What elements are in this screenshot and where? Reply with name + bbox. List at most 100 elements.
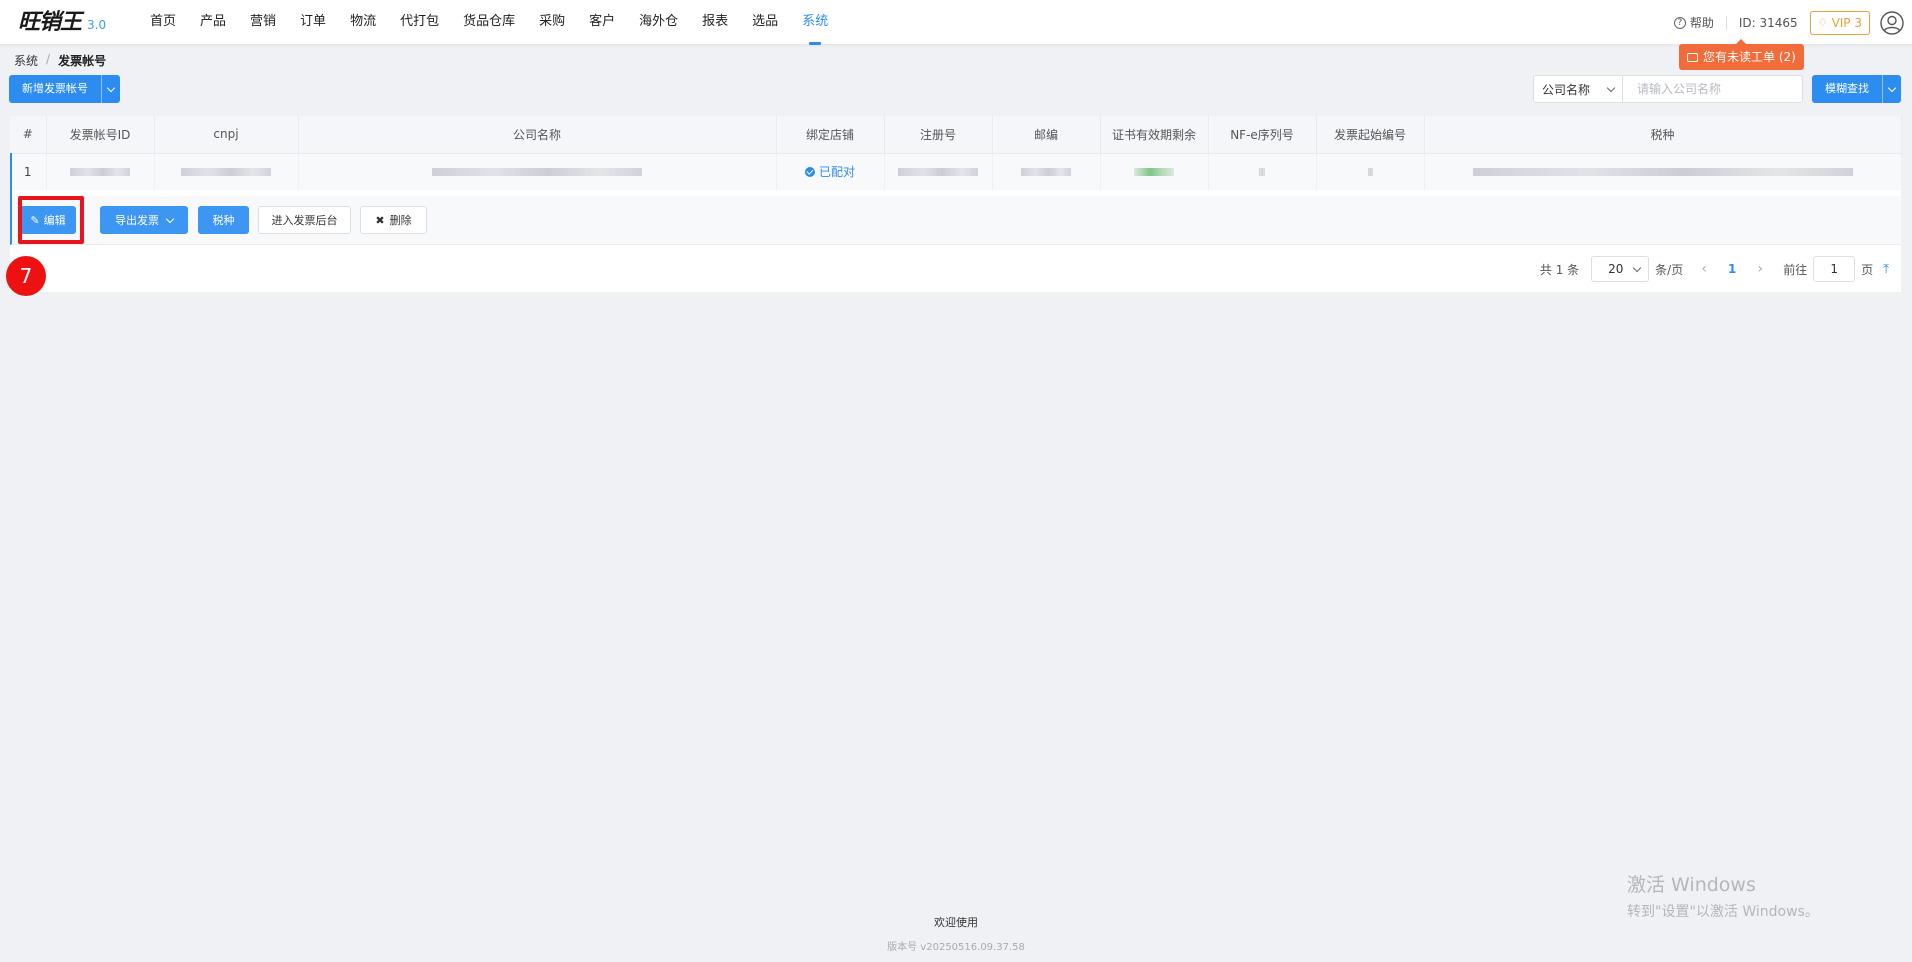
redacted-cell <box>298 153 777 190</box>
main-nav: 首页 产品 营销 订单 物流 代打包 货品仓库 采购 客户 海外仓 报表 选品 … <box>138 0 840 45</box>
footer-welcome: 欢迎使用 <box>934 916 978 929</box>
page-suffix: 页 <box>1861 262 1874 277</box>
nav-selection[interactable]: 选品 <box>740 0 790 45</box>
export-invoice-button[interactable]: 导出发票 <box>100 206 188 234</box>
vip-label: VIP 3 <box>1831 15 1862 30</box>
user-id: ID: 31465 <box>1738 15 1798 30</box>
nav-home[interactable]: 首页 <box>138 0 188 45</box>
search-field-select[interactable]: 公司名称 <box>1533 75 1622 103</box>
breadcrumb: 系统 / 发票帐号 <box>14 52 106 69</box>
redacted-text <box>432 168 642 177</box>
chevron-down-icon <box>1606 83 1616 92</box>
invoice-account-table: # 发票帐号ID cnpj 公司名称 绑定店铺 注册号 邮编 证书有效期剩余 N… <box>10 116 1902 190</box>
message-icon <box>1687 52 1698 62</box>
page-size-select[interactable]: 20 <box>1591 256 1650 282</box>
fuzzy-search-split-button: 模糊查找 <box>1812 75 1901 103</box>
question-icon: ? <box>1673 16 1686 29</box>
chevron-down-icon <box>1887 83 1897 92</box>
nav-system[interactable]: 系统 <box>790 0 840 45</box>
redacted-text <box>1259 168 1265 177</box>
nav-warehouse[interactable]: 货品仓库 <box>451 0 527 45</box>
fuzzy-search-button[interactable]: 模糊查找 <box>1812 75 1883 103</box>
nav-overseas-warehouse[interactable]: 海外仓 <box>627 0 690 45</box>
header-right: ? 帮助 ID: 31465 ♢ VIP 3 <box>1673 0 1912 45</box>
nav-purchase[interactable]: 采购 <box>527 0 577 45</box>
ticket-notice-text: 您有未读工单 (2) <box>1703 50 1796 64</box>
app-logo[interactable]: 旺销王 3.0 <box>18 9 106 35</box>
delete-label: 删除 <box>389 214 412 227</box>
enter-invoice-backend-button[interactable]: 进入发票后台 <box>258 206 351 234</box>
next-page-icon[interactable]: › <box>1747 261 1773 277</box>
back-to-top-icon[interactable]: ⤒ <box>1883 262 1889 277</box>
table-row[interactable]: 1 已配对 <box>10 153 1902 190</box>
redacted-text <box>1134 168 1174 177</box>
add-invoice-account-split-button: 新增发票帐号 <box>9 75 120 103</box>
nav-marketing[interactable]: 营销 <box>238 0 288 45</box>
row-selected-marker <box>10 153 12 196</box>
unread-ticket-notice[interactable]: 您有未读工单 (2) <box>1679 39 1804 70</box>
search-field-value: 公司名称 <box>1542 82 1591 97</box>
page-number-current[interactable]: 1 <box>1717 262 1747 276</box>
add-dropdown-toggle[interactable] <box>102 75 120 103</box>
help-label: 帮助 <box>1689 16 1714 30</box>
redacted-cell <box>154 153 299 190</box>
nav-logistics[interactable]: 物流 <box>338 0 388 45</box>
export-invoice-label: 导出发票 <box>115 214 159 227</box>
redacted-cell <box>884 153 993 190</box>
vip-badge[interactable]: ♢ VIP 3 <box>1809 10 1870 35</box>
matched-status: 已配对 <box>804 163 855 180</box>
goto-page-input[interactable] <box>1813 256 1856 282</box>
prev-page-icon[interactable]: ‹ <box>1691 261 1717 277</box>
top-bar: 旺销王 3.0 首页 产品 营销 订单 物流 代打包 货品仓库 采购 客户 海外… <box>0 0 1912 45</box>
total-count: 共 1 条 <box>1539 262 1580 277</box>
nav-reports[interactable]: 报表 <box>690 0 740 45</box>
close-icon: ✖ <box>375 213 385 227</box>
col-cert-remaining: 证书有效期剩余 <box>1100 116 1209 154</box>
invoice-account-table-card: # 发票帐号ID cnpj 公司名称 绑定店铺 注册号 邮编 证书有效期剩余 N… <box>10 116 1902 292</box>
redacted-text <box>1021 168 1071 177</box>
search-bar: 公司名称 <box>1533 75 1803 103</box>
redacted-text <box>181 168 271 177</box>
add-invoice-account-button[interactable]: 新增发票帐号 <box>9 75 102 103</box>
row-actions: ✎ 编辑 导出发票 税种 进入发票后台 ✖ 删除 <box>10 196 1901 245</box>
col-bound-store: 绑定店铺 <box>776 116 885 154</box>
redacted-text <box>1472 168 1853 177</box>
page-size-value: 20 <box>1608 262 1624 276</box>
step-number-badge: 7 <box>6 256 46 296</box>
breadcrumb-current: 发票帐号 <box>58 54 107 68</box>
nav-orders[interactable]: 订单 <box>288 0 338 45</box>
nav-products[interactable]: 产品 <box>188 0 238 45</box>
company-search-input[interactable] <box>1622 75 1803 103</box>
redacted-text <box>1367 168 1373 177</box>
redacted-cell <box>1100 153 1209 190</box>
search-dropdown-toggle[interactable] <box>1883 75 1901 103</box>
col-index: # <box>10 116 47 154</box>
delete-button[interactable]: ✖ 删除 <box>360 206 427 234</box>
nav-packing[interactable]: 代打包 <box>388 0 451 45</box>
divider <box>1725 15 1727 30</box>
pagination: 共 1 条 20 条/页 ‹ 1 › 前往 页 ⤒ <box>1540 256 1889 282</box>
col-tax-type: 税种 <box>1424 116 1902 154</box>
col-cnpj: cnpj <box>154 116 299 154</box>
goto-label: 前往 <box>1783 262 1808 277</box>
tax-type-button[interactable]: 税种 <box>198 206 249 234</box>
col-account-id: 发票帐号ID <box>46 116 155 154</box>
col-company-name: 公司名称 <box>298 116 777 154</box>
logo-text: 旺销王 <box>18 9 82 35</box>
nav-customers[interactable]: 客户 <box>577 0 627 45</box>
redacted-text <box>898 168 978 177</box>
redacted-text <box>70 168 130 177</box>
logo-version: 3.0 <box>87 18 107 32</box>
help-link[interactable]: ? 帮助 <box>1673 14 1714 31</box>
table-header-row: # 发票帐号ID cnpj 公司名称 绑定店铺 注册号 邮编 证书有效期剩余 N… <box>10 116 1902 154</box>
bound-store-cell: 已配对 <box>776 153 885 190</box>
chevron-down-icon <box>165 214 175 223</box>
breadcrumb-system[interactable]: 系统 <box>14 52 38 69</box>
row-index: 1 <box>10 153 47 190</box>
col-zip: 邮编 <box>992 116 1101 154</box>
redacted-cell <box>1316 153 1425 190</box>
footer-version: 版本号 v20250516.09.37.58 <box>887 942 1025 953</box>
breadcrumb-separator: / <box>46 52 51 66</box>
user-avatar-icon[interactable] <box>1880 10 1904 35</box>
diamond-icon: ♢ <box>1817 16 1828 29</box>
